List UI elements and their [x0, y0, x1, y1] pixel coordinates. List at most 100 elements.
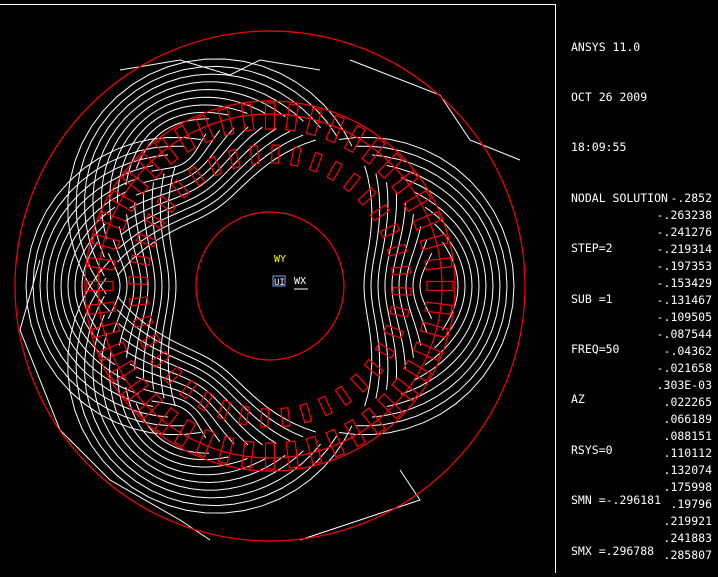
rotor-slot: [349, 373, 370, 393]
stator-flux-contour: [75, 65, 338, 295]
rotor-slot: [280, 407, 291, 428]
triad-y-label: WY: [274, 254, 286, 265]
rotor-slot: [170, 179, 191, 199]
legend-value: -.241276: [656, 225, 712, 239]
legend-value: -.153429: [656, 276, 712, 290]
legend-row: .219921: [578, 513, 718, 530]
legend-value: .175998: [663, 480, 712, 494]
graphics-viewport[interactable]: WY UI WX: [0, 0, 555, 573]
stator-slot: [361, 137, 386, 165]
info-time: 18:09:55: [571, 140, 627, 155]
legend-row: .285807: [578, 547, 718, 564]
stator-flux-contour: [46, 165, 154, 407]
legend-value: .285807: [663, 548, 712, 562]
triad-origin-label: UI: [274, 278, 285, 288]
stator-flux-contour: [413, 191, 480, 381]
legend-row: .066189: [578, 411, 718, 428]
legend-row: .022265: [578, 394, 718, 411]
rotor-slot: [207, 155, 223, 177]
info-program: ANSYS 11.0: [571, 39, 641, 54]
legend-row: -.2852: [578, 190, 718, 207]
legend-row: -.241276: [578, 224, 718, 241]
stator-slot: [325, 428, 346, 458]
slot-conductors: [86, 102, 454, 470]
stator-flux-contour: [60, 191, 127, 381]
rotor-slot: [179, 379, 198, 400]
rotor-flux-contour: [118, 323, 291, 442]
info-date: OCT 26 2009: [571, 89, 648, 104]
legend-value: .110112: [663, 446, 712, 460]
stator-flux-contour: [442, 241, 459, 331]
legend-row: -.021658: [578, 360, 718, 377]
legend-value: -.021658: [656, 361, 712, 375]
legend-row: -.04362: [578, 343, 718, 360]
rotor-slot: [334, 385, 353, 407]
legend-value: .219921: [663, 514, 712, 528]
legend-value: -.087544: [656, 327, 712, 341]
rotor-slot: [326, 160, 343, 182]
rotor-flux-contour: [118, 130, 291, 249]
legend-value: .19796: [670, 497, 712, 511]
legend-row: .175998: [578, 479, 718, 496]
rotor-flux-contour: [124, 126, 263, 222]
legend-value: -.131467: [656, 293, 712, 307]
legend-row: -.197353: [578, 258, 718, 275]
legend-value: -.263238: [656, 208, 712, 222]
legend-value: .088151: [663, 429, 712, 443]
stator-flux-contour: [400, 177, 487, 395]
rotor-slot: [389, 305, 410, 318]
legend-row: -.131467: [578, 292, 718, 309]
rotor-slot: [308, 151, 323, 173]
viewport-top-border: [0, 4, 555, 5]
legend-row: .110112: [578, 445, 718, 462]
legend-row: .088151: [578, 428, 718, 445]
rotor-slot: [357, 186, 377, 207]
legend-row: .132074: [578, 462, 718, 479]
rotor-slot: [299, 402, 313, 424]
legend-value: .132074: [663, 463, 712, 477]
rotor-slot: [317, 395, 333, 417]
legend-value: -.2852: [670, 191, 712, 205]
rotor-slot: [130, 254, 151, 267]
rotor-slot: [128, 276, 148, 286]
legend-value: -.04362: [663, 344, 712, 358]
rotor-flux-contour: [124, 350, 263, 446]
stator-slot: [412, 341, 442, 362]
shaft-boundary: [195, 211, 345, 361]
rotor-slot: [342, 172, 361, 193]
boundary-contour: [59, 429, 211, 541]
coordinate-triad: WY UI WX: [272, 254, 308, 290]
legend-value: -.109505: [656, 310, 712, 324]
rotor-surface: [97, 113, 443, 459]
viewport-divider: [555, 4, 556, 573]
stator-flux-contour: [39, 154, 169, 418]
legend-row: -.263238: [578, 207, 718, 224]
legend-value: .241883: [663, 531, 712, 545]
boundary-contour: [349, 59, 521, 161]
legend-row: -.109505: [578, 309, 718, 326]
legend-value: .022265: [663, 395, 712, 409]
triad-x-label: WX: [294, 276, 306, 287]
stator-slot: [154, 407, 179, 435]
boundary-contour: [299, 469, 421, 541]
legend-row: .19796: [578, 496, 718, 513]
legend-value: -.197353: [656, 259, 712, 273]
stator-slot: [154, 137, 179, 165]
legend-row: -.219314: [578, 241, 718, 258]
legend-value: -.219314: [656, 242, 712, 256]
stator-slot: [325, 114, 346, 144]
legend-row: .241883: [578, 530, 718, 547]
stator-slot: [86, 280, 114, 292]
legend-row: .303E-03: [578, 377, 718, 394]
stator-flux-contour: [371, 154, 501, 418]
flux-contour-lines: [19, 58, 521, 541]
rotor-slot: [379, 223, 401, 239]
stator-slot: [426, 280, 454, 292]
boundary-contour: [119, 59, 321, 76]
legend-value: .066189: [663, 412, 712, 426]
stator-slot: [412, 210, 442, 231]
stator-flux-contour: [386, 165, 494, 407]
rotor-slot: [392, 286, 412, 296]
stator-slot: [361, 407, 386, 435]
contour-plot: WY UI WX: [14, 30, 526, 542]
